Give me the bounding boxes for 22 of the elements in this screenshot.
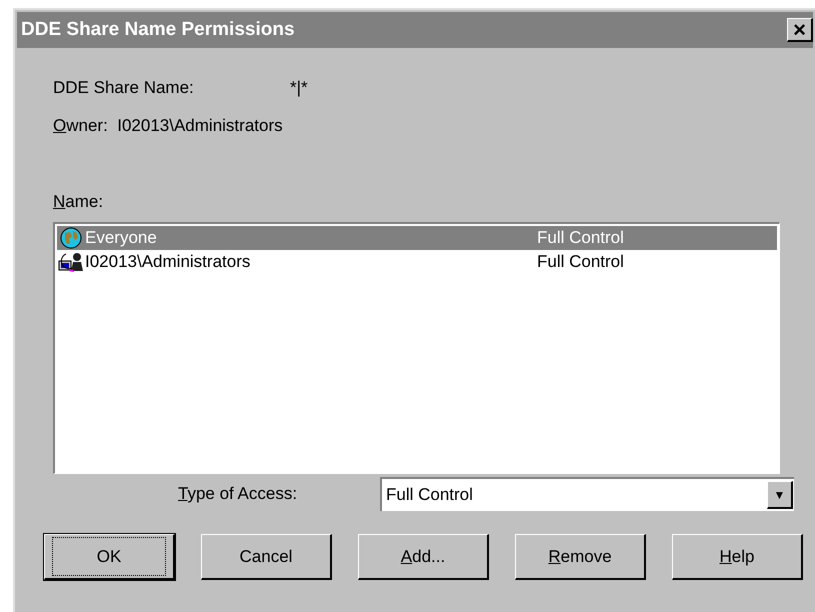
dialog-button[interactable]: Help bbox=[672, 534, 803, 580]
access-level: Full Control bbox=[537, 251, 624, 274]
owner-text: Owner: I02013\Administrators bbox=[53, 115, 283, 138]
account-name: I02013\Administrators bbox=[85, 251, 252, 274]
names-list[interactable]: Everyone Full Control I02013\Administrators Full Control bbox=[53, 222, 780, 474]
name-label: Name: bbox=[53, 191, 104, 214]
account-name: Everyone bbox=[85, 227, 158, 250]
dialog-button[interactable]: OK bbox=[44, 534, 175, 580]
dialog-button[interactable]: Cancel bbox=[201, 534, 332, 580]
access-level: Full Control bbox=[537, 227, 624, 250]
window-title: DDE Share Name Permissions bbox=[21, 18, 295, 42]
list-row[interactable]: Everyone Full Control bbox=[57, 226, 777, 250]
access-dropdown[interactable]: Full Control ▼ bbox=[380, 477, 794, 511]
share-name-label: DDE Share Name: bbox=[53, 77, 195, 100]
globe-icon bbox=[60, 227, 82, 249]
share-name-value: *|* bbox=[290, 77, 308, 100]
dialog-button[interactable]: Add... bbox=[358, 534, 489, 580]
type-of-access-label: Type of Access: bbox=[178, 483, 298, 506]
users-computer-icon bbox=[58, 251, 84, 273]
dialog-button[interactable]: Remove bbox=[515, 534, 646, 580]
close-button[interactable]: × bbox=[787, 18, 813, 42]
list-row[interactable]: I02013\Administrators Full Control bbox=[57, 250, 777, 274]
